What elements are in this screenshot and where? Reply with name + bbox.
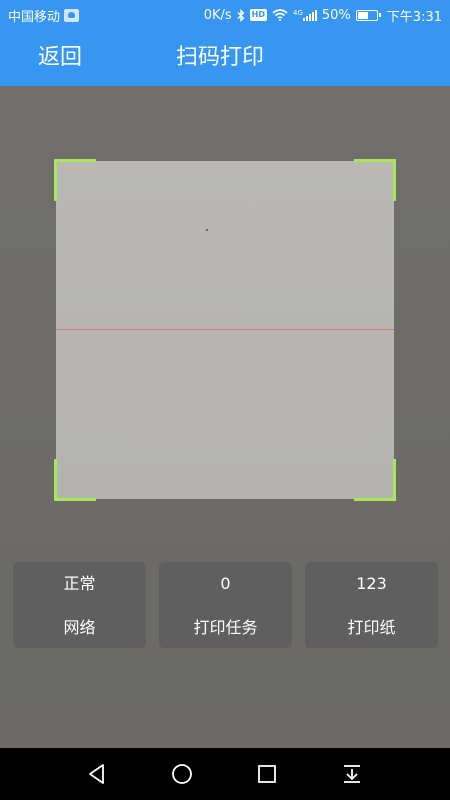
recents-square-icon[interactable]	[254, 762, 280, 786]
clock: 下午3:31	[386, 9, 442, 25]
print-jobs-value: 0	[220, 574, 231, 593]
home-circle-icon[interactable]	[169, 762, 195, 786]
page-title: 扫码打印	[176, 45, 265, 70]
status-bar: 中国移动 0K/s HD 4G 50% 下午3:31	[0, 0, 450, 30]
scan-corner-bottom-right	[354, 459, 396, 501]
scan-corner-top-right	[354, 159, 396, 201]
scan-corner-bottom-left	[54, 459, 96, 501]
hd-icon: HD	[249, 9, 267, 21]
network-type: 4G	[293, 8, 303, 17]
carrier-name: 中国移动	[8, 9, 61, 25]
network-status-label: 网络	[63, 618, 96, 637]
camera-speck	[206, 229, 208, 231]
camera-preview	[0, 86, 450, 748]
network-status-card[interactable]: 正常 网络	[13, 562, 146, 648]
carrier-app-icon	[64, 8, 80, 22]
scan-window	[54, 159, 396, 501]
battery-icon	[355, 9, 381, 21]
notification-pull-icon[interactable]	[339, 762, 365, 786]
print-jobs-card[interactable]: 0 打印任务	[159, 562, 292, 648]
paper-label: 打印纸	[347, 618, 396, 637]
bluetooth-icon	[237, 8, 245, 22]
paper-card[interactable]: 123 打印纸	[305, 562, 438, 648]
network-speed: 0K/s	[203, 7, 232, 23]
back-button[interactable]: 返回	[38, 30, 82, 86]
wifi-icon	[272, 9, 288, 21]
status-right: 0K/s HD 4G 50% 下午3:31	[204, 6, 442, 25]
system-nav-bar	[0, 748, 450, 800]
network-status-value: 正常	[63, 574, 96, 593]
status-left: 中国移动	[8, 6, 80, 25]
scan-line	[56, 329, 394, 330]
paper-value: 123	[356, 574, 387, 593]
scan-corner-top-left	[54, 159, 96, 201]
battery-percent: 50%	[321, 7, 351, 23]
signal-icon: 4G	[293, 8, 317, 21]
print-jobs-label: 打印任务	[193, 618, 258, 637]
back-triangle-icon[interactable]	[84, 762, 110, 786]
app-header: 返回 扫码打印	[0, 30, 450, 86]
